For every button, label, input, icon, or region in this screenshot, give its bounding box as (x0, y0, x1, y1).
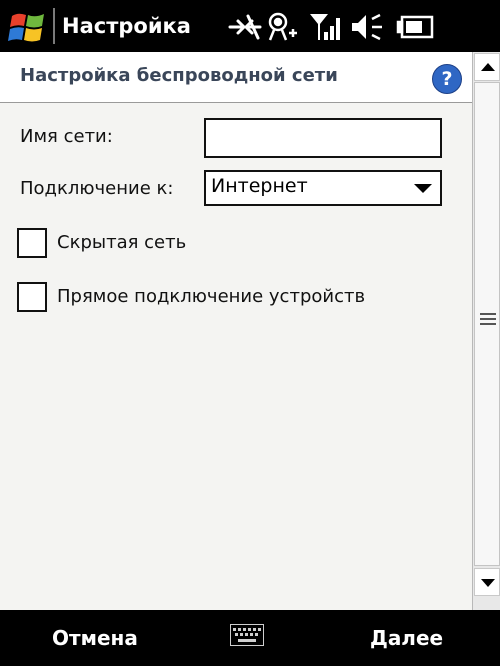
network-name-input[interactable] (204, 118, 442, 158)
grip-line (480, 313, 496, 315)
connect-to-dropdown[interactable]: Интернет (204, 170, 442, 206)
keyboard-icon[interactable] (230, 624, 264, 646)
windows-start-icon[interactable] (8, 7, 48, 47)
title-bar: Настройка (0, 0, 500, 52)
scroll-thumb[interactable] (474, 82, 500, 566)
connect-to-label: Подключение к: (20, 178, 174, 199)
connect-to-value: Интернет (211, 175, 308, 197)
gps-icon[interactable] (268, 12, 297, 41)
arrow-up-icon (481, 63, 495, 71)
cancel-softkey[interactable]: Отмена (52, 626, 138, 650)
scroll-down-button[interactable] (474, 568, 500, 596)
next-softkey[interactable]: Далее (370, 626, 443, 650)
hidden-network-label[interactable]: Скрытая сеть (57, 232, 186, 253)
help-button[interactable]: ? (432, 64, 462, 94)
chevron-down-icon (414, 184, 432, 193)
status-icons[interactable] (226, 10, 446, 44)
page-header: Настройка беспроводной сети ? (0, 52, 472, 103)
adhoc-label[interactable]: Прямое подключение устройств (57, 286, 365, 307)
help-icon: ? (441, 68, 453, 90)
scroll-up-button[interactable] (474, 53, 500, 81)
hidden-network-checkbox[interactable] (17, 228, 47, 258)
softkey-bar: Отмена Далее (0, 610, 500, 666)
connectivity-icon[interactable] (228, 14, 262, 40)
battery-icon[interactable] (396, 15, 434, 39)
app-title: Настройка (62, 14, 191, 38)
arrow-down-icon (481, 579, 495, 587)
network-name-label: Имя сети: (20, 126, 113, 147)
grip-line (480, 318, 496, 320)
grip-line (480, 323, 496, 325)
content-area: Настройка беспроводной сети ? Имя сети: … (0, 52, 472, 610)
volume-icon[interactable] (352, 13, 382, 41)
adhoc-checkbox[interactable] (17, 282, 47, 312)
scrollbar[interactable] (472, 52, 500, 610)
page-title: Настройка беспроводной сети (20, 65, 338, 86)
signal-strength-icon[interactable] (310, 14, 340, 40)
title-separator (53, 8, 55, 44)
